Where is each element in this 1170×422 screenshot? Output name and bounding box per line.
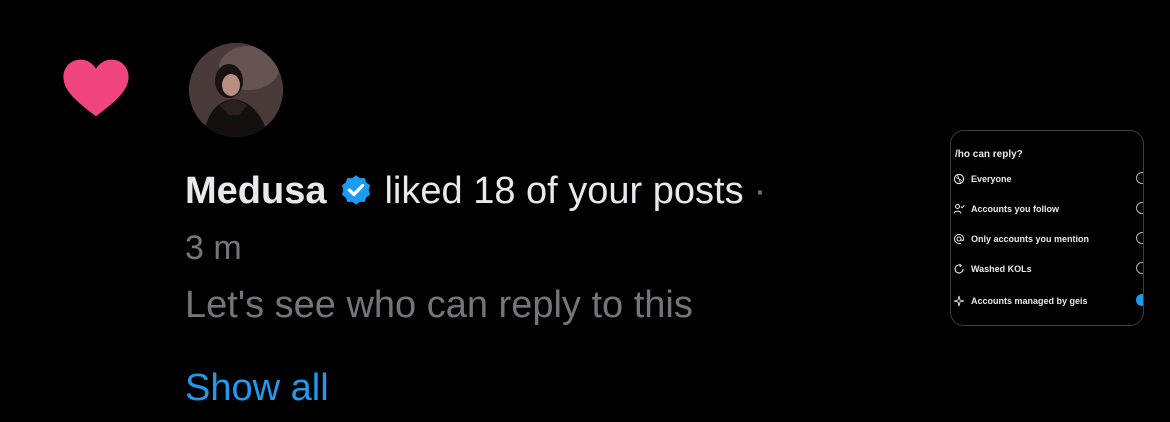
radio-button [1136,172,1143,184]
reply-option-label: Accounts you follow [971,204,1060,214]
refresh-icon [954,263,964,274]
post-preview[interactable]: Let's see who can reply to this [185,282,693,328]
reply-option-everyone: Everyone [951,171,1143,189]
reply-option-follow: Accounts you follow [951,201,1143,219]
avatar[interactable] [189,43,283,137]
thumbnail-title: /ho can reply? [955,149,1023,160]
post-thumbnail[interactable]: /ho can reply? Everyone Accounts you fol… [950,130,1144,326]
sparkle-icon [953,295,965,307]
radio-button-selected [1136,294,1143,306]
reply-option-label: Accounts managed by geis [971,296,1088,306]
verified-badge-icon [342,175,371,205]
globe-icon [953,173,965,185]
reply-option-geis: Accounts managed by geis [951,293,1143,311]
radio-button [1136,262,1143,274]
reply-option-kols: Washed KOLs [951,261,1143,279]
like-notification[interactable]: Medusa liked 18 of your posts · 3 m Let'… [0,0,1170,422]
reply-option-label: Only accounts you mention [971,234,1090,244]
heart-icon [63,59,129,117]
notification-headline: Medusa liked 18 of your posts · [185,168,766,214]
reply-option-mention: Only accounts you mention [951,231,1143,249]
radio-button [1136,232,1143,244]
action-text: liked 18 of your posts [384,170,744,212]
separator-dot: · [753,170,767,212]
radio-button [1136,202,1143,214]
reply-option-label: Everyone [971,174,1012,184]
user-name[interactable]: Medusa [185,168,326,214]
show-all-link[interactable]: Show all [185,365,329,411]
at-sign-icon [953,233,965,244]
reply-option-label: Washed KOLs [971,264,1032,274]
person-check-icon [953,204,965,214]
timestamp: 3 m [185,229,242,267]
